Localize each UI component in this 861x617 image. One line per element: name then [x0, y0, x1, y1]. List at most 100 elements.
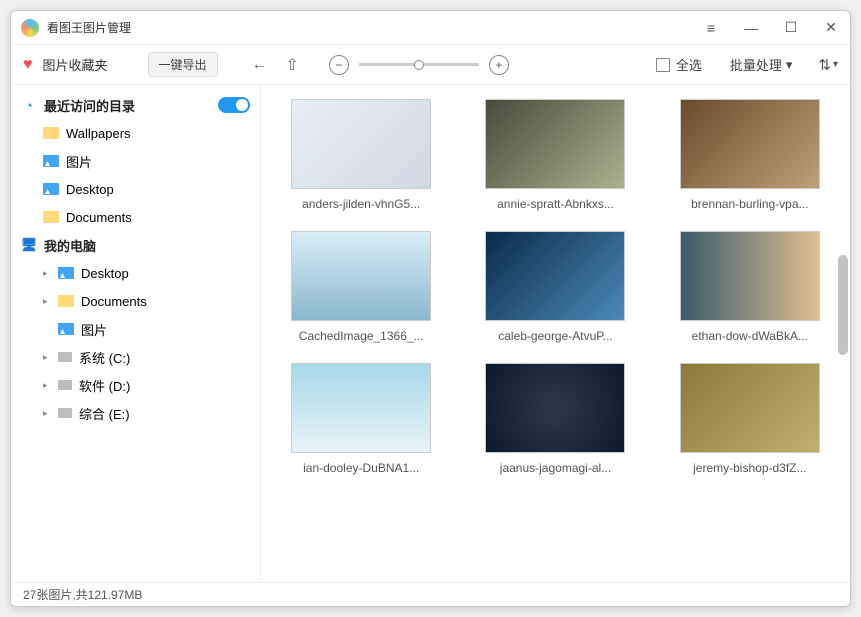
zoom-slider-thumb[interactable]	[414, 60, 424, 70]
thumbnail-label: ian-dooley-DuBNA1...	[303, 461, 419, 475]
thumbnail-label: anders-jilden-vhnG5...	[302, 197, 420, 211]
thumbnail-item[interactable]: jaanus-jagomagi-al...	[473, 363, 637, 475]
image-icon	[43, 183, 59, 195]
nav-buttons: ← ⇧	[252, 55, 299, 75]
sidebar-recent-header[interactable]: ◔ 最近访问的目录	[11, 91, 260, 119]
select-all-checkbox[interactable]	[656, 58, 670, 72]
select-all-label: 全选	[676, 55, 702, 74]
image-icon	[58, 323, 74, 335]
thumbnail-image	[291, 363, 431, 453]
thumbnail-image	[680, 363, 820, 453]
back-icon[interactable]: ←	[252, 56, 268, 74]
sidebar-item[interactable]: ▸ Documents	[11, 287, 260, 315]
body: ◔ 最近访问的目录 Wallpapers 图片 Desktop Documents 🖥…	[11, 85, 850, 582]
sidebar-item[interactable]: Desktop	[11, 175, 260, 203]
sidebar-item[interactable]: 图片	[11, 315, 260, 343]
sidebar-item[interactable]: ▸ 软件 (D:)	[11, 371, 260, 399]
sidebar-item-label: 软件 (D:)	[79, 376, 130, 395]
maximize-button[interactable]: ☐	[778, 15, 804, 41]
thumbnail-label: caleb-george-AtvuP...	[498, 329, 613, 343]
up-icon[interactable]: ⇧	[286, 55, 299, 75]
thumbnail-item[interactable]: jeremy-bishop-d3fZ...	[668, 363, 832, 475]
window-title: 看图王图片管理	[47, 19, 698, 36]
expand-icon[interactable]: ▸	[43, 268, 51, 279]
folder-icon	[43, 127, 59, 139]
expand-icon[interactable]: ▸	[43, 352, 51, 363]
thumbnail-label: jeremy-bishop-d3fZ...	[693, 461, 806, 475]
drive-icon	[58, 380, 72, 390]
titlebar: 看图王图片管理 ≡ — ☐ ✕	[11, 11, 850, 45]
batch-process-menu[interactable]: 批量处理 ▾	[730, 55, 793, 74]
statusbar: 27张图片,共121.97MB	[11, 582, 850, 606]
thumbnail-image	[485, 99, 625, 189]
folder-icon	[58, 295, 74, 307]
image-icon	[43, 155, 59, 167]
export-button[interactable]: 一键导出	[148, 52, 218, 77]
sidebar-item-label: Documents	[66, 210, 132, 225]
recent-toggle[interactable]	[218, 97, 250, 113]
sidebar-item-label: 综合 (E:)	[79, 404, 130, 423]
sidebar-item-label: Desktop	[66, 182, 114, 197]
sidebar-item-label: Desktop	[81, 266, 129, 281]
zoom-out-button[interactable]: −	[329, 55, 349, 75]
thumbnail-grid: anders-jilden-vhnG5... annie-spratt-Abnkx…	[279, 99, 832, 475]
sidebar-item-label: 系统 (C:)	[79, 348, 130, 367]
app-window: 看图王图片管理 ≡ — ☐ ✕ ♥ 图片收藏夹 一键导出 ← ⇧ − + 全选 …	[10, 10, 851, 607]
thumbnail-item[interactable]: annie-spratt-Abnkxs...	[473, 99, 637, 211]
zoom-slider[interactable]	[359, 63, 479, 66]
window-controls: ≡ — ☐ ✕	[698, 15, 844, 41]
zoom-controls: − +	[329, 55, 509, 75]
expand-icon[interactable]: ▸	[43, 296, 51, 307]
thumbnail-item[interactable]: anders-jilden-vhnG5...	[279, 99, 443, 211]
sidebar-item-label: Documents	[81, 294, 147, 309]
expand-icon[interactable]: ▸	[43, 408, 51, 419]
clock-icon: ◔	[21, 97, 37, 113]
heart-icon: ♥	[23, 56, 33, 74]
chevron-down-icon: ▾	[786, 57, 793, 73]
expand-icon[interactable]: ▸	[43, 380, 51, 391]
content-area: anders-jilden-vhnG5... annie-spratt-Abnkx…	[261, 85, 850, 582]
sidebar-item-label: 图片	[66, 152, 92, 171]
toolbar: ♥ 图片收藏夹 一键导出 ← ⇧ − + 全选 批量处理 ▾ ⇅▾	[11, 45, 850, 85]
thumbnail-image	[680, 231, 820, 321]
menu-button[interactable]: ≡	[698, 15, 724, 41]
thumbnail-item[interactable]: caleb-george-AtvuP...	[473, 231, 637, 343]
thumbnail-label: brennan-burling-vpa...	[691, 197, 808, 211]
thumbnail-item[interactable]: ethan-dow-dWaBkA...	[668, 231, 832, 343]
sidebar-item[interactable]: ▸ 系统 (C:)	[11, 343, 260, 371]
thumbnail-item[interactable]: brennan-burling-vpa...	[668, 99, 832, 211]
sidebar-item[interactable]: Documents	[11, 203, 260, 231]
thumbnail-item[interactable]: ian-dooley-DuBNA1...	[279, 363, 443, 475]
mypc-header-label: 我的电脑	[44, 236, 96, 255]
favorites-label[interactable]: 图片收藏夹	[43, 55, 108, 74]
thumbnail-item[interactable]: CachedImage_1366_...	[279, 231, 443, 343]
sidebar-item[interactable]: ▸ Desktop	[11, 259, 260, 287]
sidebar-mypc-header[interactable]: 🖥 我的电脑	[11, 231, 260, 259]
folder-icon	[43, 211, 59, 223]
recent-header-label: 最近访问的目录	[44, 96, 135, 115]
minimize-button[interactable]: —	[738, 15, 764, 41]
drive-icon	[58, 352, 72, 362]
pc-icon: 🖥	[21, 237, 37, 253]
thumbnail-label: annie-spratt-Abnkxs...	[497, 197, 614, 211]
sidebar: ◔ 最近访问的目录 Wallpapers 图片 Desktop Documents 🖥…	[11, 85, 261, 582]
thumbnail-image	[485, 363, 625, 453]
thumbnail-image	[485, 231, 625, 321]
image-icon	[58, 267, 74, 279]
thumbnail-label: jaanus-jagomagi-al...	[500, 461, 611, 475]
scrollbar[interactable]	[838, 255, 848, 355]
zoom-in-button[interactable]: +	[489, 55, 509, 75]
select-all-group[interactable]: 全选	[656, 55, 702, 74]
status-text: 27张图片,共121.97MB	[23, 586, 142, 603]
sidebar-item[interactable]: 图片	[11, 147, 260, 175]
thumbnail-image	[680, 99, 820, 189]
batch-label: 批量处理	[730, 55, 782, 74]
sidebar-item[interactable]: Wallpapers	[11, 119, 260, 147]
close-button[interactable]: ✕	[818, 15, 844, 41]
thumbnail-label: ethan-dow-dWaBkA...	[692, 329, 808, 343]
drive-icon	[58, 408, 72, 418]
thumbnail-image	[291, 231, 431, 321]
sidebar-item[interactable]: ▸ 综合 (E:)	[11, 399, 260, 427]
thumbnail-image	[291, 99, 431, 189]
sort-menu[interactable]: ⇅▾	[818, 56, 838, 74]
